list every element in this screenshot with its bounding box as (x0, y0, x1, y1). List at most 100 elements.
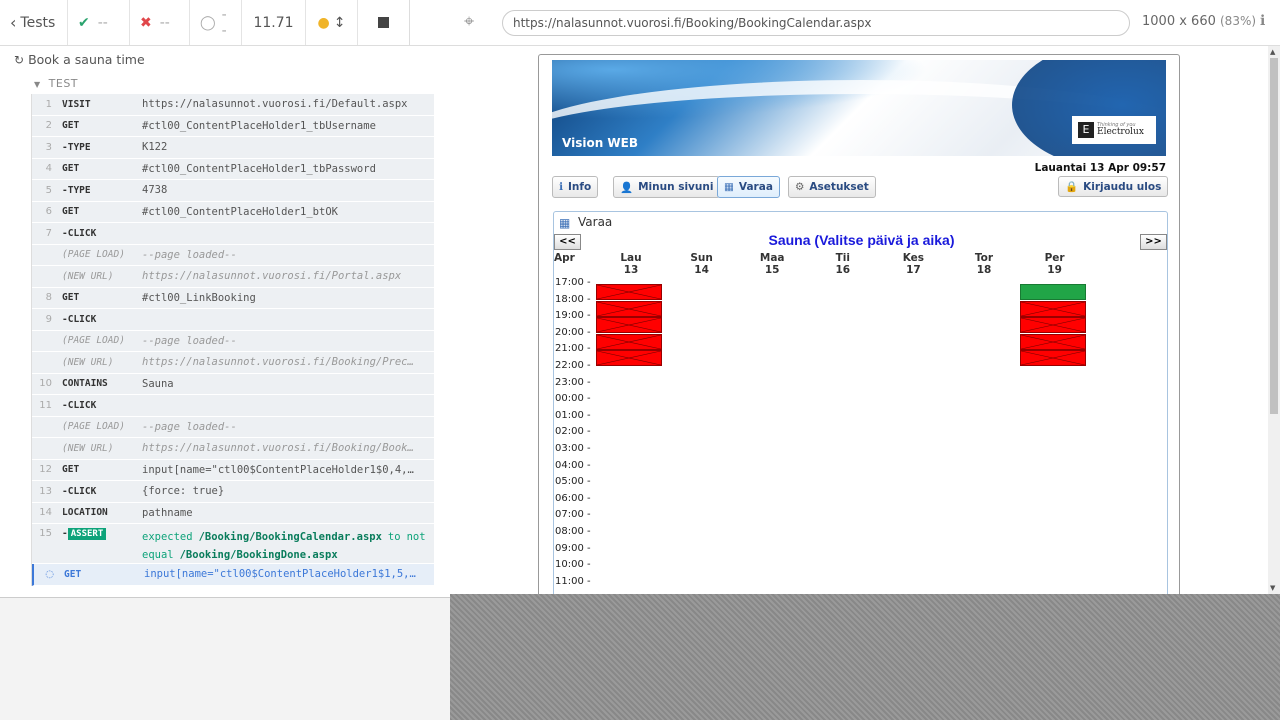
month-label: Apr (554, 252, 575, 264)
command-row[interactable]: 7 -CLICK (32, 223, 434, 245)
stop-icon (378, 17, 389, 28)
command-row[interactable]: 6 GET #ctl00_ContentPlaceHolder1_btOK (32, 201, 434, 223)
nav-book-button[interactable]: ▦ Varaa (717, 176, 780, 198)
command-number: 14 (39, 507, 52, 519)
command-message: K122 (142, 141, 168, 154)
url-display[interactable]: https://nalasunnot.vuorosi.fi/Booking/Bo… (502, 10, 1130, 36)
command-name: (NEW URL) (62, 442, 114, 454)
nav-settings-button[interactable]: ⚙ Asetukset (788, 176, 876, 198)
selector-playground-icon[interactable]: ⌖ (464, 11, 474, 32)
logout-button[interactable]: 🔒 Kirjaudu ulos (1058, 176, 1169, 197)
command-name: -TYPE (62, 184, 91, 196)
command-row[interactable]: (PAGE LOAD) --page loaded-- (32, 330, 434, 352)
command-row[interactable]: (PAGE LOAD) --page loaded-- (32, 416, 434, 438)
scroll-down-arrow[interactable]: ▼ (1270, 584, 1275, 592)
command-row[interactable]: 10 CONTAINS Sauna (32, 373, 434, 395)
command-message: #ctl00_LinkBooking (142, 291, 256, 304)
command-name: CONTAINS (62, 378, 108, 390)
info-icon: ℹ (559, 181, 563, 193)
command-message: https://nalasunnot.vuorosi.fi/Default.as… (142, 98, 408, 111)
command-name: (NEW URL) (62, 270, 114, 282)
free-slot[interactable] (1019, 284, 1086, 300)
command-row[interactable]: 14 LOCATION pathname (32, 502, 434, 524)
header-banner: Vision WEB E Thinking of you Electrolux (552, 60, 1166, 156)
command-row[interactable]: 4 GET #ctl00_ContentPlaceHolder1_tbPasswor… (32, 158, 434, 180)
command-row[interactable]: (PAGE LOAD) --page loaded-- (32, 244, 434, 266)
hour-label: 03:00 - (555, 443, 591, 454)
day-header-per: Per 19 (1044, 252, 1065, 276)
command-message: --page loaded-- (142, 420, 237, 433)
stop-button[interactable] (358, 0, 410, 45)
command-message: #ctl00_ContentPlaceHolder1_tbUsername (142, 119, 376, 132)
nav-info-button[interactable]: ℹ Info (552, 176, 599, 198)
command-number: 6 (45, 206, 52, 218)
hour-label: 10:00 - (555, 559, 591, 571)
tests-label: Tests (20, 14, 56, 31)
calendar-icon: ▦ (724, 181, 734, 193)
hour-label: 20:00 - (555, 326, 591, 338)
aut-viewport: Vision WEB E Thinking of you Electrolux … (450, 46, 1280, 594)
command-row[interactable]: 5 -TYPE 4738 (32, 180, 434, 202)
booked-slot (1019, 350, 1086, 367)
command-number: 2 (45, 120, 52, 132)
command-row[interactable]: 2 GET #ctl00_ContentPlaceHolder1_tbUsernam… (32, 115, 434, 137)
failed-count: ✖ -- (130, 0, 190, 45)
command-row[interactable]: 11 -CLICK (32, 395, 434, 417)
command-row[interactable]: (NEW URL) https://nalasunnot.vuorosi.fi/B… (32, 438, 434, 460)
scroll-thumb[interactable] (1270, 58, 1278, 414)
assert-message: expected/Booking/BookingCalendar.aspx to n… (142, 531, 426, 561)
command-message: pathname (142, 506, 193, 519)
command-row[interactable]: 9 -CLICK (32, 309, 434, 331)
spinner-icon: ◌ (45, 568, 54, 580)
booked-slot (596, 284, 662, 300)
command-number: 3 (45, 141, 52, 153)
command-number: 5 (45, 184, 52, 196)
assert-badge: ASSERT (67, 528, 107, 540)
command-list: 1 VISIT https://nalasunnot.vuorosi.fi/Defa… (31, 94, 434, 586)
next-week-button[interactable]: >> (1140, 234, 1167, 250)
booked-slot (1019, 333, 1086, 350)
command-number: 1 (45, 98, 52, 110)
command-name: VISIT (62, 98, 91, 110)
command-message: input[name="ctl00$ContentPlaceHolder1$0,… (142, 463, 414, 476)
viewport-scrollbar[interactable]: ▲ ▼ (1268, 46, 1280, 594)
command-row[interactable]: 13 -CLICK {force: true} (32, 481, 434, 503)
command-name: -CLICK (62, 227, 97, 239)
pending-command-row[interactable]: ◌ GET input[name="ctl00$ContentPlaceHolder… (32, 564, 434, 586)
hour-label: 21:00 - (555, 343, 591, 355)
hour-label: 17:00 - (555, 277, 591, 288)
tests-back-button[interactable]: ‹ Tests (0, 0, 68, 45)
runner-header: ‹ Tests ✔ -- ✖ -- ◯ -- 11.71 ● ↕ (0, 0, 450, 46)
suite-header[interactable]: ↻ Book a sauna time (14, 52, 145, 67)
command-name: GET (64, 568, 82, 580)
command-row[interactable]: (NEW URL) https://nalasunnot.vuorosi.fi/B… (32, 352, 434, 374)
command-name: (PAGE LOAD) (62, 249, 125, 261)
command-row[interactable]: 3 -TYPE K122 (32, 137, 434, 159)
assert-row[interactable]: 15 - ASSERT expected/Booking/BookingCalenda… (32, 524, 434, 564)
scroll-up-arrow[interactable]: ▲ (1270, 48, 1275, 56)
hour-label: 18:00 - (555, 293, 591, 305)
command-number: 7 (45, 227, 52, 239)
hour-label: 09:00 - (555, 542, 591, 554)
command-name: -CLICK (62, 485, 97, 497)
command-message: {force: true} (142, 485, 225, 498)
command-log: ↻ Book a sauna time ▼ TEST 1 VISIT https:/… (0, 46, 450, 598)
command-number: 11 (39, 399, 52, 411)
command-row[interactable]: (NEW URL) https://nalasunnot.vuorosi.fi/P… (32, 266, 434, 288)
autoscroll-toggle[interactable]: ● ↕ (306, 0, 358, 45)
command-row[interactable]: 12 GET input[name="ctl00$ContentPlaceHolde… (32, 459, 434, 481)
day-header-maa: Maa 15 (759, 252, 785, 276)
test-header[interactable]: ▼ TEST (34, 77, 78, 90)
command-row[interactable]: 8 GET #ctl00_LinkBooking (32, 287, 434, 309)
info-icon[interactable]: ℹ (1260, 13, 1265, 29)
hour-label: 07:00 - (555, 509, 591, 521)
command-row[interactable]: 1 VISIT https://nalasunnot.vuorosi.fi/Defa… (32, 94, 434, 116)
nav-my-page-button[interactable]: 👤 Minun sivuni (613, 176, 721, 198)
circle-icon: ◯ (200, 14, 216, 31)
booking-panel: ▦ Varaa << Sauna (Valitse päivä ja aika)… (553, 211, 1168, 594)
aut-url-bar: ⌖ https://nalasunnot.vuorosi.fi/Booking/… (450, 0, 1280, 46)
command-name: GET (62, 163, 80, 175)
command-message: --page loaded-- (142, 248, 237, 261)
command-message: https://nalasunnot.vuorosi.fi/Booking/Pr… (142, 356, 414, 369)
electrolux-logo: E Thinking of you Electrolux (1072, 116, 1156, 144)
